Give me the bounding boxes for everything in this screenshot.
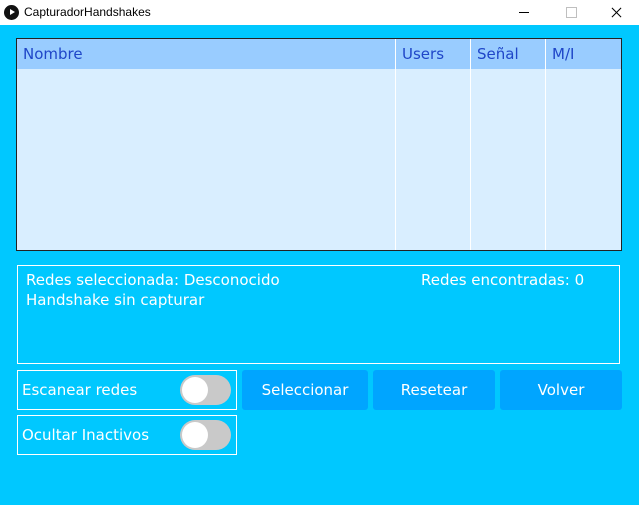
close-button[interactable] [593, 0, 639, 25]
title-bar: CapturadorHandshakes [0, 0, 639, 25]
column-divider [470, 39, 471, 250]
column-header-users[interactable]: Users [396, 39, 470, 69]
scan-networks-label: Escanear redes [22, 381, 138, 399]
column-divider [545, 39, 546, 250]
play-icon [4, 5, 19, 20]
reset-button[interactable]: Resetear [373, 370, 495, 410]
column-header-nombre[interactable]: Nombre [17, 39, 395, 69]
hide-inactive-label: Ocultar Inactivos [22, 426, 150, 444]
networks-found-text: Redes encontradas: 0 [421, 271, 585, 289]
networks-table[interactable]: Nombre Users Señal M/I [16, 38, 622, 251]
column-divider [395, 39, 396, 250]
column-header-senal[interactable]: Señal [471, 39, 545, 69]
selected-network-text: Redes seleccionada: Desconocido [26, 271, 280, 289]
scan-networks-row: Escanear redes [17, 370, 237, 410]
select-button[interactable]: Seleccionar [242, 370, 368, 410]
maximize-button[interactable] [547, 0, 593, 25]
minimize-button[interactable] [501, 0, 547, 25]
handshake-status-text: Handshake sin capturar [26, 291, 205, 309]
scan-networks-toggle[interactable] [180, 375, 231, 405]
column-header-mi[interactable]: M/I [546, 39, 621, 69]
back-button[interactable]: Volver [500, 370, 622, 410]
window-title: CapturadorHandshakes [24, 5, 151, 19]
hide-inactive-toggle[interactable] [180, 420, 231, 450]
toggle-knob [182, 422, 208, 448]
toggle-knob [182, 377, 208, 403]
hide-inactive-row: Ocultar Inactivos [17, 415, 237, 455]
status-panel: Redes seleccionada: Desconocido Redes en… [17, 265, 620, 364]
table-header: Nombre Users Señal M/I [17, 39, 621, 69]
